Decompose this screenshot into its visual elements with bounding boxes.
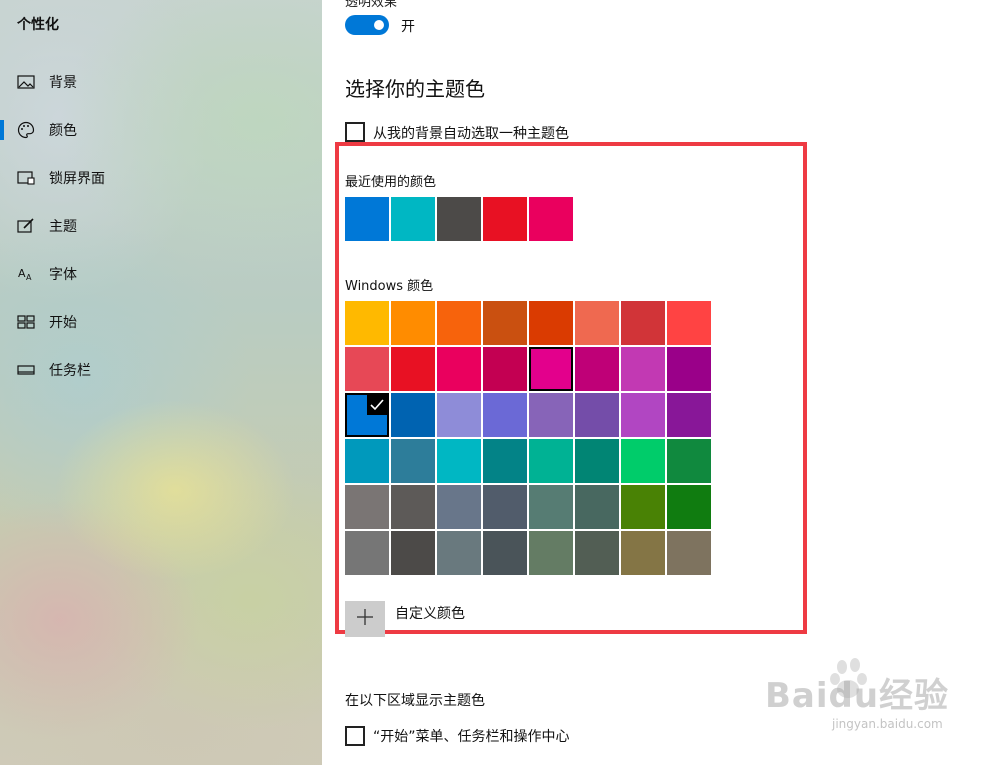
windows-color-swatch[interactable] — [391, 347, 435, 391]
toggle-state-label: 开 — [401, 19, 415, 35]
windows-color-swatch[interactable] — [437, 531, 481, 575]
windows-color-swatch[interactable] — [575, 393, 619, 437]
windows-color-swatch[interactable] — [345, 485, 389, 529]
toggle-knob — [374, 20, 384, 30]
windows-color-swatch[interactable] — [483, 301, 527, 345]
windows-color-swatch[interactable] — [483, 485, 527, 529]
sidebar-item-colors[interactable]: 颜色 — [0, 110, 322, 150]
sidebar-item-label: 锁屏界面 — [49, 171, 105, 187]
transparency-label: 透明效果 — [345, 0, 398, 10]
windows-color-swatch[interactable] — [437, 301, 481, 345]
custom-color-button[interactable] — [345, 601, 385, 637]
windows-color-swatch[interactable] — [621, 301, 665, 345]
sidebar-item-label: 颜色 — [49, 123, 77, 139]
recent-color-swatch[interactable] — [483, 197, 527, 241]
windows-color-swatch[interactable] — [621, 485, 665, 529]
main-panel: 透明效果 开 选择你的主题色 从我的背景自动选取一种主题色 最近使用的颜色 Wi… — [322, 0, 997, 765]
recent-color-swatch[interactable] — [529, 197, 573, 241]
sidebar: 个性化 背景 颜色 锁屏界面 主题 AA 字体 开始 任务栏 — [0, 0, 322, 765]
sidebar-item-background[interactable]: 背景 — [0, 62, 322, 102]
windows-color-swatch[interactable] — [529, 531, 573, 575]
section-title-accent: 选择你的主题色 — [345, 77, 485, 101]
watermark-url: jingyan.baidu.com — [832, 717, 943, 731]
windows-color-swatch[interactable] — [345, 347, 389, 391]
windows-color-swatch[interactable] — [621, 531, 665, 575]
plus-icon — [356, 608, 374, 630]
sidebar-item-label: 字体 — [49, 267, 77, 283]
sidebar-item-label: 背景 — [49, 75, 77, 91]
sidebar-title: 个性化 — [17, 17, 59, 33]
windows-color-swatch[interactable] — [529, 347, 573, 391]
custom-color-label: 自定义颜色 — [395, 606, 465, 622]
windows-color-swatch[interactable] — [529, 439, 573, 483]
sidebar-item-taskbar[interactable]: 任务栏 — [0, 350, 322, 390]
windows-color-swatch[interactable] — [345, 531, 389, 575]
windows-color-swatch[interactable] — [391, 439, 435, 483]
windows-color-swatch[interactable] — [575, 301, 619, 345]
start-icon — [17, 313, 35, 331]
auto-pick-label: 从我的背景自动选取一种主题色 — [373, 126, 569, 142]
show-accent-label: 在以下区域显示主题色 — [345, 693, 485, 709]
transparency-toggle[interactable] — [345, 15, 389, 35]
windows-color-swatch[interactable] — [483, 347, 527, 391]
windows-colors-label: Windows 颜色 — [345, 279, 434, 294]
sidebar-item-label: 任务栏 — [49, 363, 91, 379]
windows-color-swatch[interactable] — [391, 485, 435, 529]
windows-color-swatch[interactable] — [437, 347, 481, 391]
windows-color-swatch[interactable] — [345, 439, 389, 483]
windows-color-swatch[interactable] — [483, 439, 527, 483]
windows-color-swatch[interactable] — [575, 347, 619, 391]
sidebar-item-start[interactable]: 开始 — [0, 302, 322, 342]
windows-color-swatch[interactable] — [575, 485, 619, 529]
recent-color-swatch[interactable] — [391, 197, 435, 241]
palette-icon — [17, 121, 35, 139]
auto-pick-checkbox[interactable] — [345, 122, 365, 142]
picture-icon — [17, 73, 35, 91]
windows-color-swatch[interactable] — [391, 393, 435, 437]
windows-color-swatch[interactable] — [437, 485, 481, 529]
windows-color-swatch[interactable] — [529, 485, 573, 529]
windows-color-swatch[interactable] — [667, 531, 711, 575]
windows-color-swatch[interactable] — [483, 393, 527, 437]
windows-color-swatch[interactable] — [621, 439, 665, 483]
theme-brush-icon — [17, 217, 35, 235]
sidebar-item-lockscreen[interactable]: 锁屏界面 — [0, 158, 322, 198]
watermark-brand: Baidu经验 — [765, 676, 950, 716]
windows-color-swatch[interactable] — [437, 439, 481, 483]
windows-color-swatch[interactable] — [391, 531, 435, 575]
recent-colors-label: 最近使用的颜色 — [345, 175, 437, 190]
windows-color-swatch[interactable] — [529, 301, 573, 345]
recent-color-swatch[interactable] — [437, 197, 481, 241]
font-icon: AA — [17, 265, 35, 283]
sidebar-item-fonts[interactable]: AA 字体 — [0, 254, 322, 294]
windows-color-swatch[interactable] — [667, 485, 711, 529]
windows-color-swatch[interactable] — [667, 393, 711, 437]
checkmark-icon — [367, 395, 387, 415]
windows-color-swatch[interactable] — [667, 301, 711, 345]
windows-color-swatch[interactable] — [575, 439, 619, 483]
windows-color-swatch[interactable] — [621, 393, 665, 437]
lockscreen-icon — [17, 169, 35, 187]
windows-color-swatch[interactable] — [483, 531, 527, 575]
windows-color-swatch[interactable] — [391, 301, 435, 345]
sidebar-item-label: 主题 — [49, 219, 77, 235]
windows-color-swatch[interactable] — [667, 347, 711, 391]
windows-color-swatch[interactable] — [529, 393, 573, 437]
windows-color-swatch[interactable] — [621, 347, 665, 391]
windows-color-swatch-selected[interactable] — [345, 393, 389, 437]
taskbar-icon — [17, 361, 35, 379]
windows-color-swatch[interactable] — [667, 439, 711, 483]
sidebar-item-label: 开始 — [49, 315, 77, 331]
windows-color-swatch[interactable] — [345, 301, 389, 345]
svg-text:A: A — [26, 273, 32, 282]
start-taskbar-checkbox[interactable] — [345, 726, 365, 746]
start-taskbar-label: “开始”菜单、任务栏和操作中心 — [373, 729, 570, 745]
windows-color-swatch[interactable] — [575, 531, 619, 575]
sidebar-item-themes[interactable]: 主题 — [0, 206, 322, 246]
svg-text:A: A — [18, 267, 26, 280]
windows-color-swatch[interactable] — [437, 393, 481, 437]
recent-color-swatch[interactable] — [345, 197, 389, 241]
